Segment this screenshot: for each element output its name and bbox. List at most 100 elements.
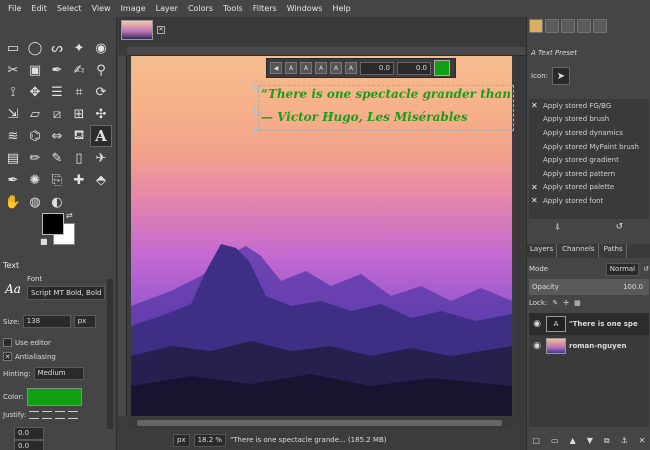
antialiasing-checkbox[interactable]: ✕	[3, 352, 12, 361]
duplicate-layer-icon[interactable]: ⧉	[604, 436, 610, 446]
justify-right-icon[interactable]	[42, 411, 53, 419]
justify-center-icon[interactable]	[55, 411, 66, 419]
menu-colors[interactable]: Colors	[183, 4, 218, 13]
rect-select-icon[interactable]: ▭	[2, 37, 24, 59]
dodge-burn-icon[interactable]: ◐	[46, 191, 68, 213]
lock-position-icon[interactable]: ✛	[563, 299, 569, 307]
anchor-layer-icon[interactable]: ⚓	[621, 436, 628, 446]
preset-option-item[interactable]: Apply stored brush	[529, 113, 649, 127]
preset-option-checkbox[interactable]: ✕	[531, 101, 539, 110]
resize-handle[interactable]	[254, 128, 262, 136]
new-group-icon[interactable]: ▭	[551, 436, 559, 446]
indent-input[interactable]: 0.0	[14, 427, 44, 440]
preset-option-item[interactable]: Apply stored MyPaint brush	[529, 140, 649, 154]
move-icon[interactable]: ✥	[24, 81, 46, 103]
mode-select[interactable]: Normal	[605, 262, 640, 276]
menu-help[interactable]: Help	[327, 4, 355, 13]
document-history-tab-icon[interactable]	[577, 19, 591, 33]
eraser-icon[interactable]: ▯	[68, 147, 90, 169]
font-name-input[interactable]: Script MT Bold, Bold	[27, 286, 105, 300]
handle-transform-icon[interactable]: ✣	[90, 103, 112, 125]
menu-filters[interactable]: Filters	[248, 4, 282, 13]
lasso-icon[interactable]: ᔕ	[46, 37, 68, 59]
scrollbar-thumb[interactable]	[137, 420, 502, 426]
rotate-icon[interactable]: ⟳	[90, 81, 112, 103]
size-unit-select[interactable]: px	[73, 315, 96, 328]
baseline-icon[interactable]: A	[345, 62, 357, 74]
ellipse-select-icon[interactable]: ◯	[24, 37, 46, 59]
clear-style-icon[interactable]: ◀	[270, 62, 282, 74]
presets-tab-icon[interactable]	[593, 19, 607, 33]
menu-edit[interactable]: Edit	[26, 4, 52, 13]
text-icon[interactable]: A	[90, 125, 112, 147]
unit-select[interactable]: px	[173, 433, 190, 447]
airbrush-icon[interactable]: ✈	[90, 147, 112, 169]
warp-icon[interactable]: ≋	[2, 125, 24, 147]
cage-icon[interactable]: ⌬	[24, 125, 46, 147]
pencil-icon[interactable]: ✏	[24, 147, 46, 169]
zoom-icon[interactable]: ⚲	[90, 59, 112, 81]
line-spacing-input[interactable]: 0.0	[14, 440, 44, 450]
layer-name[interactable]: roman-nguyen	[569, 342, 626, 350]
paintbrush-icon[interactable]: ✎	[46, 147, 68, 169]
foreground-select-icon[interactable]: ▣	[24, 59, 46, 81]
preset-option-item[interactable]: ✕ Apply stored FG/BG	[529, 99, 649, 113]
eye-icon[interactable]: ◉	[531, 319, 543, 329]
font-preview-icon[interactable]: Aa	[3, 273, 23, 305]
scissors-icon[interactable]: ✂	[2, 59, 24, 81]
preset-option-item[interactable]: ✕ Apply stored palette	[529, 181, 649, 195]
lock-alpha-icon[interactable]: ▦	[574, 299, 581, 307]
menu-image[interactable]: Image	[116, 4, 151, 13]
layer-row[interactable]: ◉ roman-nguyen	[529, 335, 649, 357]
clone-icon[interactable]: ⎘	[46, 169, 68, 191]
vertical-scrollbar[interactable]	[515, 56, 525, 418]
smudge-icon[interactable]: ✋	[2, 191, 24, 213]
preset-option-item[interactable]: Apply stored pattern	[529, 167, 649, 181]
menu-layer[interactable]: Layer	[151, 4, 183, 13]
swap-colors-icon[interactable]: ⇄	[66, 211, 73, 220]
crop-icon[interactable]: ⌗	[68, 81, 90, 103]
scale-icon[interactable]: ⇲	[2, 103, 24, 125]
paths-icon[interactable]: ✒	[46, 59, 68, 81]
measure-icon[interactable]: ⟟	[2, 81, 24, 103]
fonts-tab-icon[interactable]	[561, 19, 575, 33]
bold-icon[interactable]: A	[285, 62, 297, 74]
preset-option-item[interactable]: ✕ Apply stored font	[529, 194, 649, 208]
text-color-swatch[interactable]	[434, 60, 450, 76]
preset-option-checkbox[interactable]: ✕	[531, 196, 539, 205]
new-layer-icon[interactable]: ▢	[532, 436, 540, 446]
eye-icon[interactable]: ◉	[531, 341, 543, 351]
text-color-button[interactable]	[26, 388, 82, 406]
underline-icon[interactable]: A	[315, 62, 327, 74]
tab-layers[interactable]: Layers	[527, 244, 558, 258]
foreground-color-swatch[interactable]	[42, 213, 64, 235]
italic-icon[interactable]: A	[300, 62, 312, 74]
gradient-icon[interactable]: ▤	[2, 147, 24, 169]
menu-file[interactable]: File	[3, 4, 26, 13]
image-tab-thumbnail[interactable]	[121, 20, 153, 40]
preset-option-checkbox[interactable]: ✕	[531, 183, 539, 192]
flip-icon[interactable]: ⇔	[46, 125, 68, 147]
perspective-icon[interactable]: ⧄	[46, 103, 68, 125]
fuzzy-select-icon[interactable]: ✦	[68, 37, 90, 59]
layer-name[interactable]: "There is one spe	[569, 320, 638, 328]
close-icon[interactable]: ✕	[157, 26, 165, 34]
justify-fill-icon[interactable]	[68, 411, 79, 419]
shear-icon[interactable]: ▱	[24, 103, 46, 125]
size-input[interactable]: 138	[22, 315, 71, 328]
mode-reset-icon[interactable]: ↺	[643, 265, 649, 273]
align-icon[interactable]: ☰	[46, 81, 68, 103]
unified-transform-icon[interactable]: ⊞	[68, 103, 90, 125]
menu-select[interactable]: Select	[52, 4, 87, 13]
horizontal-scrollbar[interactable]	[127, 418, 515, 428]
perspective-clone-icon[interactable]: ⬘	[90, 169, 112, 191]
text-box-frame[interactable]	[258, 85, 514, 131]
strikethrough-icon[interactable]: A	[330, 62, 342, 74]
delete-layer-icon[interactable]: ✕	[639, 436, 646, 446]
zoom-select[interactable]: 18.2 %	[193, 433, 227, 447]
use-editor-checkbox[interactable]	[3, 338, 12, 347]
brushes-tab-icon[interactable]	[529, 19, 543, 33]
patterns-tab-icon[interactable]	[545, 19, 559, 33]
preset-option-item[interactable]: Apply stored dynamics	[529, 126, 649, 140]
kerning-input[interactable]: 0.0	[397, 61, 431, 75]
